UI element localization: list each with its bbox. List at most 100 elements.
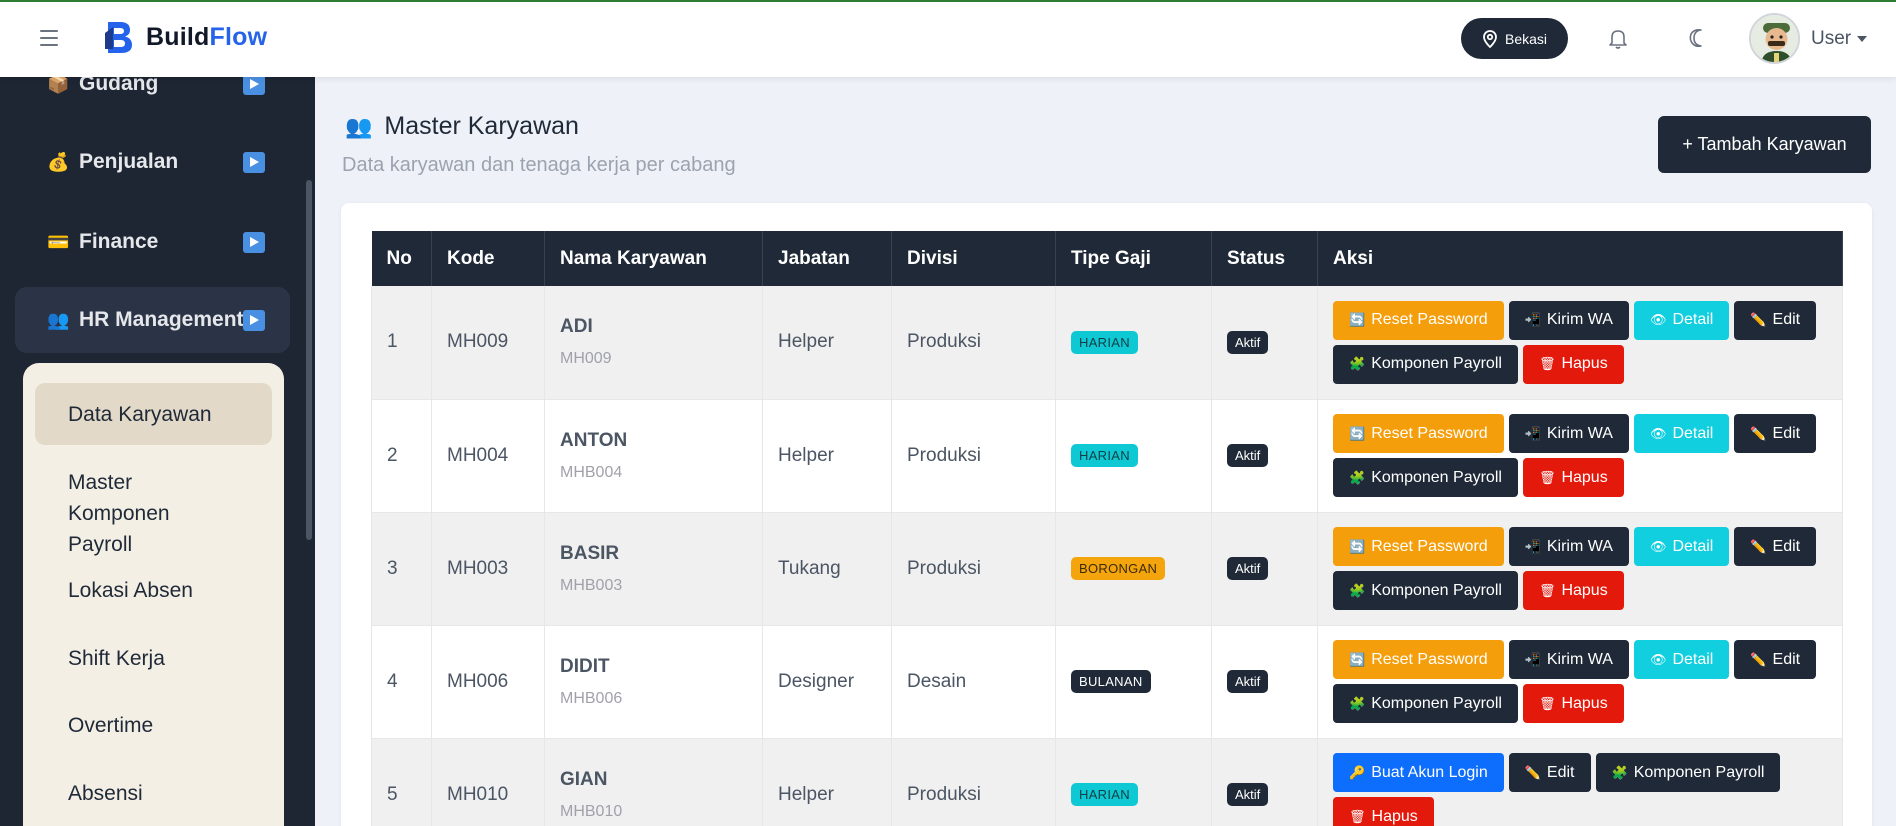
edit-button[interactable]: ✏️ Edit [1734,300,1817,340]
reset-password-button[interactable]: 🔄 Reset Password [1333,527,1504,566]
send-wa-button[interactable]: 📲 Kirim WA [1508,640,1629,679]
sidebar-item-label: Finance [79,230,159,253]
status-badge: Aktif [1227,783,1269,806]
credit-card-icon: 💳 [47,231,70,252]
sidebar-scrollbar[interactable] [306,180,312,540]
submenu-item-shift-kerja[interactable]: Shift Kerja [35,643,272,674]
eye-icon: 👁 [1649,312,1667,328]
payroll-components-button[interactable]: 🧩 Komponen Payroll [1333,684,1518,723]
cell-divisi: Produksi [891,738,1056,826]
table-row: 5 MH010 GIAN MHB010 Helper Produksi HARI… [371,738,1843,826]
reset-password-button[interactable]: 🔄 Reset Password [1333,300,1504,340]
location-selector[interactable]: Bekasi [1461,18,1568,59]
sidebar-item-penjualan[interactable]: 💰 Penjualan [15,129,290,195]
column-header[interactable]: No [371,231,432,286]
eye-icon: 👁 [1649,425,1667,441]
send-icon: 📲 [1524,425,1541,441]
key-icon: 🔑 [1349,764,1366,780]
column-header[interactable]: Kode [431,231,545,286]
table-row: 1 MH009 ADI MH009 Helper Produksi HARIAN… [371,286,1843,400]
column-header[interactable]: Aksi [1317,231,1843,286]
expand-arrow-icon [243,152,265,173]
sidebar-item-hr-management[interactable]: 👥 HR Management [15,287,290,353]
detail-button[interactable]: 👁 Detail [1633,414,1730,453]
sidebar-item-gudang[interactable]: 📦 Gudang [15,77,290,117]
submenu-item-lokasi-absen[interactable]: Lokasi Absen [35,575,272,606]
eye-icon: 👁 [1649,651,1667,667]
delete-button[interactable]: 🗑 Hapus [1333,797,1434,826]
payroll-components-button[interactable]: 🧩 Komponen Payroll [1595,753,1781,792]
cell-kode: MH006 [431,625,545,739]
cell-aksi: 🔄 Reset Password 📲 Kirim WA 👁 Detail ✏️ Edit… [1317,286,1843,400]
employee-name: DIDIT [560,655,610,677]
reset-password-button[interactable]: 🔄 Reset Password [1333,640,1504,679]
submenu-item-overtime[interactable]: Overtime [35,710,272,741]
detail-button[interactable]: 👁 Detail [1633,527,1730,566]
delete-button[interactable]: 🗑 Hapus [1522,571,1624,610]
puzzle-icon: 🧩 [1611,764,1628,780]
user-label: User [1811,28,1852,49]
sidebar: 📦 Gudang 💰 Penjualan 💳 Finance 👥 HR Mana… [0,77,315,826]
send-wa-button[interactable]: 📲 Kirim WA [1508,300,1629,340]
page-subtitle: Data karyawan dan tenaga kerja per caban… [342,154,736,176]
edit-button[interactable]: ✏️ Edit [1734,414,1817,453]
column-header[interactable]: Status [1211,231,1318,286]
edit-button[interactable]: ✏️ Edit [1734,640,1817,679]
detail-button[interactable]: 👁 Detail [1633,640,1730,679]
cell-tipe-gaji: HARIAN [1055,738,1212,826]
payroll-components-button[interactable]: 🧩 Komponen Payroll [1333,344,1518,384]
edit-button[interactable]: ✏️ Edit [1734,527,1817,566]
cell-no: 3 [371,512,432,626]
user-avatar[interactable] [1749,13,1800,64]
employee-name: ADI [560,316,593,338]
trash-icon: 🗑 [1538,582,1556,598]
cell-status: Aktif [1211,399,1318,513]
top-header: BuildFlow Bekasi User [0,0,1896,77]
cell-no: 2 [371,399,432,513]
payroll-components-button[interactable]: 🧩 Komponen Payroll [1333,571,1518,610]
column-header[interactable]: Nama Karyawan [544,231,763,286]
cell-divisi: Produksi [891,512,1056,626]
submenu-item-data-karyawan[interactable]: Data Karyawan [35,383,272,445]
send-wa-button[interactable]: 📲 Kirim WA [1508,527,1629,566]
pencil-icon: ✏️ [1750,425,1767,441]
status-badge: Aktif [1227,557,1269,580]
cell-divisi: Desain [891,625,1056,739]
cell-jabatan: Helper [762,286,892,400]
expand-arrow-icon [243,77,265,95]
column-header[interactable]: Divisi [891,231,1056,286]
trash-icon: 🗑 [1538,469,1556,485]
send-wa-button[interactable]: 📲 Kirim WA [1508,414,1629,453]
hamburger-menu-icon[interactable] [40,30,58,46]
reset-password-button[interactable]: 🔄 Reset Password [1333,414,1504,453]
map-pin-icon [1483,29,1497,48]
puzzle-icon: 🧩 [1349,582,1366,598]
cell-nama: GIAN MHB010 [544,738,763,826]
salary-type-badge: BULANAN [1071,670,1151,693]
edit-button[interactable]: ✏️ Edit [1508,753,1591,792]
column-header[interactable]: Tipe Gaji [1055,231,1212,286]
cell-aksi: 🔑 Buat Akun Login ✏️ Edit 🧩 Komponen Payrol… [1317,738,1843,826]
moon-icon[interactable] [1686,26,1710,50]
submenu-item-master-komponen-payroll[interactable]: Master Komponen Payroll [35,467,215,560]
column-header[interactable]: Jabatan [762,231,892,286]
delete-button[interactable]: 🗑 Hapus [1522,458,1624,497]
refresh-icon: 🔄 [1349,651,1366,667]
detail-button[interactable]: 👁 Detail [1633,300,1730,340]
delete-button[interactable]: 🗑 Hapus [1522,684,1624,723]
employee-table: No Kode Nama Karyawan Jabatan Divisi Tip… [371,231,1843,826]
send-icon: 📲 [1524,651,1541,667]
eye-icon: 👁 [1649,538,1667,554]
add-employee-button[interactable]: + Tambah Karyawan [1658,116,1871,173]
cell-status: Aktif [1211,512,1318,626]
create-login-button[interactable]: 🔑 Buat Akun Login [1333,753,1504,792]
brand[interactable]: BuildFlow [104,19,267,55]
sidebar-item-label: Gudang [79,77,159,95]
sidebar-item-finance[interactable]: 💳 Finance [15,209,290,275]
submenu-item-absensi[interactable]: Absensi [35,778,272,809]
bell-icon[interactable] [1606,26,1630,50]
payroll-components-button[interactable]: 🧩 Komponen Payroll [1333,458,1518,497]
delete-button[interactable]: 🗑 Hapus [1522,344,1624,384]
cell-tipe-gaji: HARIAN [1055,286,1212,400]
user-menu[interactable]: User [1811,28,1868,50]
